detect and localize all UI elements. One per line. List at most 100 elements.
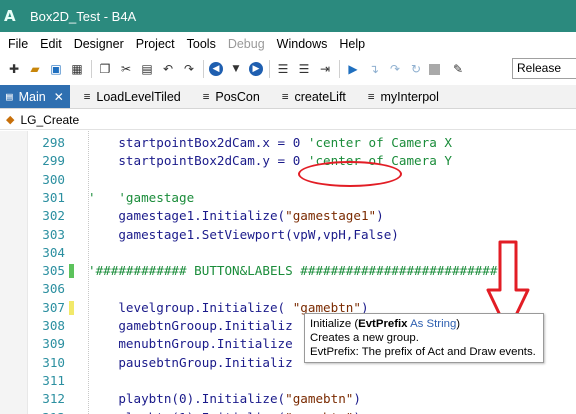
forward-circle-icon[interactable]: ▶ (249, 62, 263, 76)
code-module-icon: ≡ (83, 90, 91, 103)
sub-module-header[interactable]: ◆ LG_Create (0, 110, 576, 130)
menu-tools[interactable]: Tools (181, 37, 222, 51)
code-line[interactable]: 301 ' 'gamestage (0, 189, 576, 207)
line-number: 309 (42, 336, 65, 352)
code-text: ' 'gamestage (88, 189, 195, 205)
uncomment-icon[interactable]: ☰ (296, 61, 312, 77)
tab-loadleveltiled[interactable]: ≡ LoadLevelTiled (76, 85, 189, 108)
line-number: 305 (42, 263, 65, 279)
menu-file[interactable]: File (2, 37, 34, 51)
run-icon[interactable]: ▶ (345, 61, 361, 77)
tab-label: createLift (294, 89, 346, 104)
line-number: 300 (42, 171, 65, 187)
toolbar: ✚ ▰ ▣ ▦ ❐ ✂ ▤ ↶ ↷ ◀ ▼ ▶ ☰ ☰ ⇥ ▶ ↴ ↷ ↻ ✎ … (0, 55, 576, 83)
line-number: 299 (42, 153, 65, 169)
tab-label: Main (18, 89, 46, 104)
change-marker (69, 300, 74, 315)
menu-help[interactable]: Help (333, 37, 371, 51)
module-icon: ▤ (6, 90, 13, 103)
toolbar-separator (339, 60, 340, 78)
code-line[interactable]: 311 (0, 372, 576, 390)
sub-icon: ◆ (6, 113, 15, 126)
code-line[interactable]: 312 playbtn(0).Initialize("gamebtn") (0, 390, 576, 408)
toolbar-separator (91, 60, 92, 78)
dropdown-icon[interactable]: ▼ (228, 61, 244, 77)
undo-icon[interactable]: ↶ (160, 61, 176, 77)
code-text: '############ BUTTON&LABELS ############… (88, 263, 498, 279)
menu-windows[interactable]: Windows (271, 37, 334, 51)
code-text: gamebtnGrooup.Initializ (88, 318, 293, 333)
title-bar: A Box2D_Test - B4A (0, 0, 576, 32)
cut-icon[interactable]: ✂ (118, 61, 134, 77)
code-line[interactable]: 298 startpointBox2dCam.x = 0 'center of … (0, 134, 576, 152)
app-logo-icon: A (4, 7, 16, 25)
menu-edit[interactable]: Edit (34, 37, 68, 51)
paste-icon[interactable]: ▤ (139, 61, 155, 77)
tab-main[interactable]: ▤ Main ✕ (0, 85, 70, 108)
close-icon[interactable]: ✕ (54, 90, 64, 104)
toolbar-separator (203, 60, 204, 78)
toolbar-separator (269, 60, 270, 78)
code-line[interactable]: 302 gamestage1.Initialize("gamestage1") (0, 207, 576, 225)
line-number: 304 (42, 244, 65, 260)
line-number: 303 (42, 226, 65, 242)
tab-label: LoadLevelTiled (96, 89, 181, 104)
line-number: 306 (42, 281, 65, 297)
code-line[interactable]: 313 playbtn(1).Initialize("gamebtn") (0, 409, 576, 414)
line-number: 311 (42, 372, 65, 388)
tab-bar: ▤ Main ✕ ≡ LoadLevelTiled ≡ PosCon ≡ cre… (0, 85, 576, 109)
line-number: 312 (42, 391, 65, 407)
code-text: gamestage1.SetViewport(vpW,vpH,False) (88, 226, 399, 242)
comment-icon[interactable]: ☰ (275, 61, 291, 77)
indent-icon[interactable]: ⇥ (317, 61, 333, 77)
line-number: 310 (42, 354, 65, 370)
line-number: 313 (28, 409, 65, 414)
tooltip-description: Creates a new group. (310, 332, 419, 344)
line-number: 302 (42, 208, 65, 224)
code-text: playbtn(1).Initialize("gamebtn") (88, 409, 361, 414)
build-mode-select[interactable]: Release (512, 58, 576, 79)
back-circle-icon[interactable]: ◀ (209, 62, 223, 76)
code-module-icon: ≡ (202, 90, 210, 103)
code-line[interactable]: 299 startpointBox2dCam.y = 0 'center of … (0, 152, 576, 170)
restart-icon[interactable]: ↻ (408, 61, 424, 77)
code-text: playbtn(0).Initialize("gamebtn") (88, 391, 361, 407)
step-icon[interactable]: ↴ (366, 61, 382, 77)
line-number: 308 (42, 318, 65, 333)
copy-icon[interactable]: ❐ (97, 61, 113, 77)
line-number: 307 (42, 299, 65, 315)
menu-project[interactable]: Project (130, 37, 181, 51)
tab-label: PosCon (215, 89, 260, 104)
new-file-icon[interactable]: ✚ (6, 61, 22, 77)
code-text: menubtnGroup.Initialize (88, 336, 293, 352)
tab-createlift[interactable]: ≡ createLift (274, 85, 354, 108)
redo-icon[interactable]: ↷ (181, 61, 197, 77)
save-icon[interactable]: ▣ (48, 61, 64, 77)
menu-debug[interactable]: Debug (222, 37, 271, 51)
tooltip-param-doc: EvtPrefix: The prefix of Act and Draw ev… (310, 346, 536, 358)
code-module-icon: ≡ (367, 90, 375, 103)
save-all-icon[interactable]: ▦ (69, 61, 85, 77)
code-text: startpointBox2dCam.x = 0 'center of Came… (88, 135, 452, 150)
step-over-icon[interactable]: ↷ (387, 61, 403, 77)
code-line[interactable]: 300 (0, 171, 576, 189)
line-number: 301 (42, 189, 65, 205)
line-number: 298 (42, 135, 65, 150)
stop-icon[interactable] (429, 64, 440, 75)
menu-bar: File Edit Designer Project Tools Debug W… (0, 32, 576, 55)
tab-poscon[interactable]: ≡ PosCon (195, 85, 268, 108)
format-icon[interactable]: ✎ (450, 61, 466, 77)
sub-module-label: LG_Create (20, 112, 80, 127)
open-folder-icon[interactable]: ▰ (27, 61, 43, 77)
code-text: startpointBox2dCam.y = 0 'center of Came… (88, 153, 452, 169)
highlight-ellipse (298, 161, 402, 187)
tooltip-signature: Initialize (EvtPrefix As String) (310, 318, 461, 330)
change-marker (69, 264, 74, 279)
tab-label: myInterpol (380, 89, 439, 104)
window-title: Box2D_Test - B4A (30, 8, 137, 24)
tab-myinterpol[interactable]: ≡ myInterpol (360, 85, 447, 108)
code-text: pausebtnGroup.Initializ (88, 354, 293, 370)
code-text: gamestage1.Initialize("gamestage1") (88, 208, 384, 224)
menu-designer[interactable]: Designer (68, 37, 130, 51)
code-module-icon: ≡ (281, 90, 289, 103)
